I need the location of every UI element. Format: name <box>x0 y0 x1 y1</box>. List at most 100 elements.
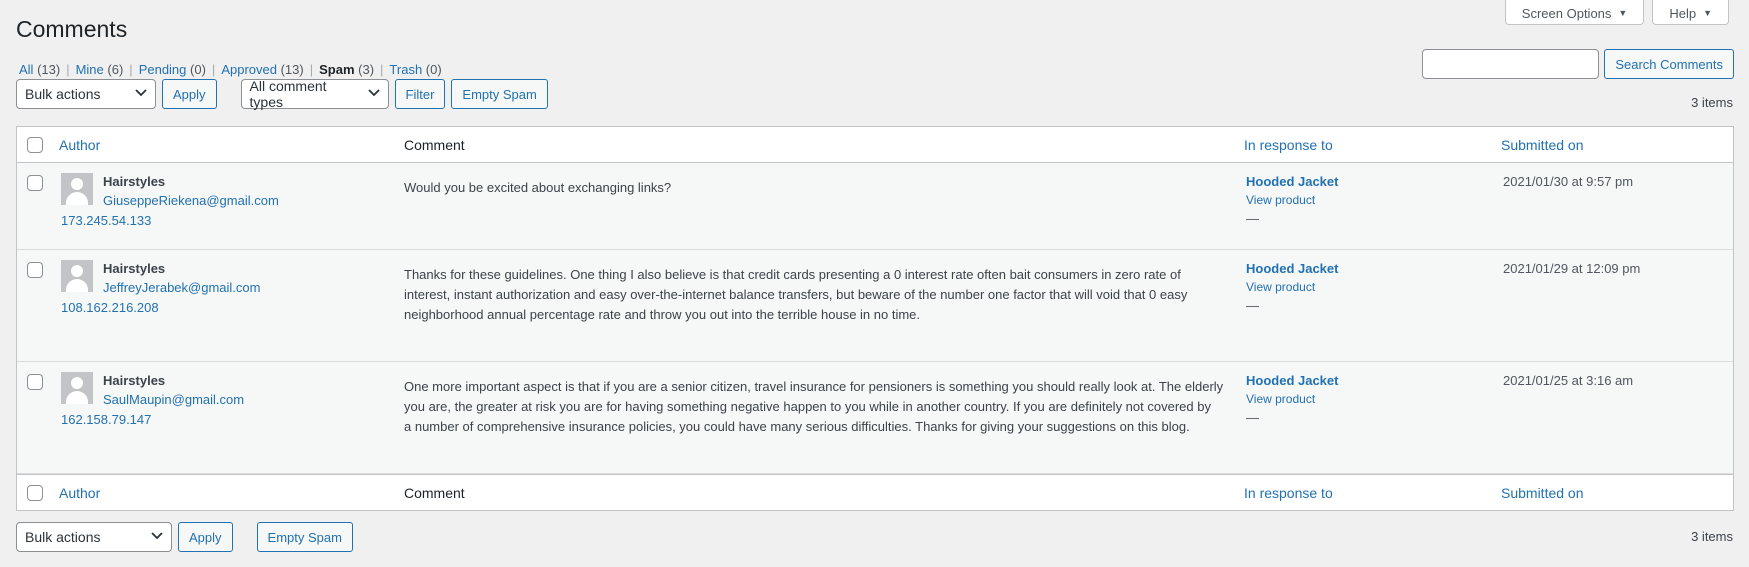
filter-approved: Approved (13) <box>221 62 303 77</box>
filter-trash: Trash (0) <box>389 62 441 77</box>
response-dash: — <box>1246 298 1259 313</box>
comment-text: Would you be excited about exchanging li… <box>404 178 1224 198</box>
chevron-down-icon <box>151 531 163 543</box>
column-date-sort-footer[interactable]: Submitted on <box>1501 485 1584 501</box>
apply-button[interactable]: Apply <box>162 79 217 109</box>
filter-count-all: (13) <box>37 62 61 77</box>
comment-text: One more important aspect is that if you… <box>404 377 1224 437</box>
filter-link-mine[interactable]: Mine <box>76 62 104 77</box>
filter-link-trash[interactable]: Trash <box>389 62 422 77</box>
author-email-link[interactable]: SaulMaupin@gmail.com <box>103 392 244 407</box>
bulk-actions-value: Bulk actions <box>25 529 101 545</box>
separator: | <box>129 62 133 77</box>
select-all-checkbox[interactable] <box>27 137 43 153</box>
row-checkbox[interactable] <box>27 262 43 278</box>
table-footer: Author Comment In response to Submitted … <box>17 474 1733 510</box>
help-button[interactable]: Help ▼ <box>1652 0 1729 25</box>
table-row: Hairstyles JeffreyJerabek@gmail.com 108.… <box>17 250 1733 362</box>
column-author-sort-footer[interactable]: Author <box>59 485 100 501</box>
separator: | <box>66 62 70 77</box>
view-product-link[interactable]: View product <box>1246 392 1315 406</box>
avatar <box>61 173 93 205</box>
tablenav-top: Bulk actions Apply All comment types Fil… <box>16 78 548 110</box>
page-title: Comments <box>16 16 128 42</box>
comment-line: neighborhood annual percentage rate and … <box>404 307 921 322</box>
comment-line: you are, the greater at risk you are for… <box>404 399 1211 414</box>
separator: | <box>211 62 216 77</box>
author-name: Hairstyles <box>103 174 166 189</box>
empty-spam-button-bottom[interactable]: Empty Spam <box>256 522 353 552</box>
avatar <box>61 372 93 404</box>
select-all-checkbox-footer[interactable] <box>27 485 43 501</box>
filter-spam: Spam (3) <box>319 62 374 77</box>
chevron-down-icon <box>135 88 147 100</box>
filter-link-approved[interactable]: Approved <box>221 62 277 77</box>
caret-down-icon: ▼ <box>1703 8 1712 18</box>
comment-text: Thanks for these guidelines. One thing I… <box>404 265 1224 325</box>
search-box: Search Comments <box>1422 49 1734 79</box>
submitted-date: 2021/01/29 at 12:09 pm <box>1503 261 1641 276</box>
filter-count-mine: (6) <box>107 62 124 77</box>
comment-status-filters: All (13) | Mine (6) | Pending (0) | Appr… <box>19 62 442 77</box>
filter-link-all[interactable]: All <box>19 62 33 77</box>
column-author-sort[interactable]: Author <box>59 137 100 153</box>
response-post-link[interactable]: Hooded Jacket <box>1246 373 1338 388</box>
author-email-link[interactable]: GiuseppeRiekena@gmail.com <box>103 193 279 208</box>
apply-button-bottom[interactable]: Apply <box>178 522 233 552</box>
submitted-date: 2021/01/25 at 3:16 am <box>1503 373 1634 388</box>
tablenav-bottom: Bulk actions Apply Empty Spam <box>16 522 353 552</box>
author-name: Hairstyles <box>103 261 166 276</box>
column-response-sort-footer[interactable]: In response to <box>1244 485 1333 501</box>
row-checkbox[interactable] <box>27 374 43 390</box>
author-email-link[interactable]: JeffreyJerabek@gmail.com <box>103 280 260 295</box>
view-product-link[interactable]: View product <box>1246 193 1315 207</box>
response-dash: — <box>1246 410 1259 425</box>
comment-line: Thanks for these guidelines. One thing I… <box>404 267 1181 282</box>
filter-count-approved: (13) <box>280 62 304 77</box>
comment-line: interest, instant authorization and easy… <box>404 287 1188 302</box>
column-comment-footer: Comment <box>404 485 465 501</box>
table-header: Author Comment In response to Submitted … <box>17 127 1733 163</box>
comments-table: Author Comment In response to Submitted … <box>16 126 1734 511</box>
table-row: Hairstyles GiuseppeRiekena@gmail.com 173… <box>17 163 1733 250</box>
view-product-link[interactable]: View product <box>1246 280 1315 294</box>
items-count: 3 items <box>1691 95 1733 110</box>
items-count-bottom: 3 items <box>1691 529 1733 544</box>
bulk-actions-select-bottom[interactable]: Bulk actions <box>16 522 172 552</box>
search-input[interactable] <box>1422 49 1600 79</box>
response-dash: — <box>1246 211 1259 226</box>
column-response-sort[interactable]: In response to <box>1244 137 1333 153</box>
table-row: Hairstyles SaulMaupin@gmail.com 162.158.… <box>17 362 1733 474</box>
bulk-actions-value: Bulk actions <box>25 86 101 102</box>
filter-mine: Mine (6) <box>76 62 124 77</box>
comment-line: One more important aspect is that if you… <box>404 379 1224 394</box>
comment-line: Would you be excited about exchanging li… <box>404 180 672 195</box>
author-ip-link[interactable]: 173.245.54.133 <box>61 213 151 228</box>
screen-options-label: Screen Options <box>1521 5 1612 21</box>
chevron-down-icon <box>367 88 380 100</box>
caret-down-icon: ▼ <box>1618 8 1628 18</box>
response-post-link[interactable]: Hooded Jacket <box>1246 261 1338 276</box>
author-ip-link[interactable]: 162.158.79.147 <box>61 412 151 427</box>
filter-count-spam: (3) <box>358 62 375 77</box>
filter-count-pending: (0) <box>190 62 206 77</box>
screen-options-button[interactable]: Screen Options ▼ <box>1504 0 1645 25</box>
filter-pending: Pending (0) <box>139 62 206 77</box>
response-post-link[interactable]: Hooded Jacket <box>1246 174 1338 189</box>
filter-all: All (13) <box>19 62 60 77</box>
comment-type-select[interactable]: All comment types <box>240 78 389 110</box>
filter-button[interactable]: Filter <box>394 79 446 109</box>
empty-spam-button[interactable]: Empty Spam <box>451 79 548 109</box>
help-label: Help <box>1669 5 1697 21</box>
comment-type-value: All comment types <box>249 78 327 110</box>
bulk-actions-select[interactable]: Bulk actions <box>16 79 156 109</box>
author-ip-link[interactable]: 108.162.216.208 <box>61 300 159 315</box>
column-comment: Comment <box>404 137 465 153</box>
comment-line: a number of comprehensive insurance poli… <box>404 419 1190 434</box>
filter-link-spam[interactable]: Spam <box>319 62 354 77</box>
filter-link-pending[interactable]: Pending <box>139 62 187 77</box>
column-date-sort[interactable]: Submitted on <box>1501 137 1584 153</box>
search-comments-button[interactable]: Search Comments <box>1604 49 1734 79</box>
submitted-date: 2021/01/30 at 9:57 pm <box>1503 174 1634 189</box>
row-checkbox[interactable] <box>27 175 43 191</box>
